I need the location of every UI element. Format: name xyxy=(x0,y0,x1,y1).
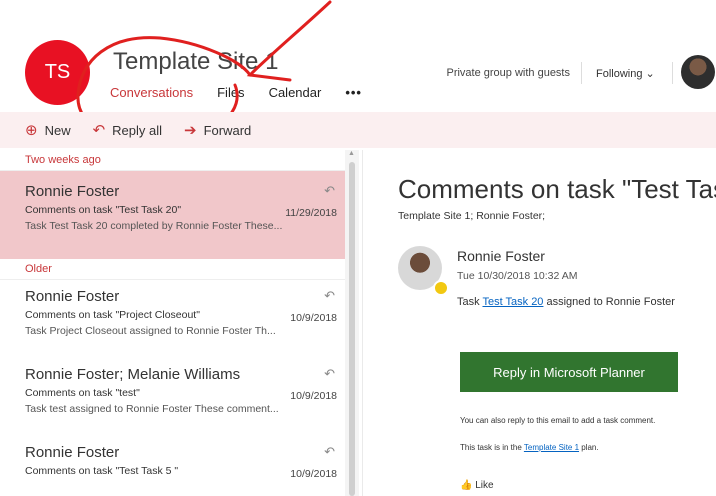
reply-all-button[interactable]: ↶ Reply all xyxy=(93,121,162,139)
like-label: Like xyxy=(475,480,494,491)
message-date: 10/9/2018 xyxy=(290,390,337,402)
task-line: Task Test Task 20 assigned to Ronnie Fos… xyxy=(457,296,675,308)
plus-circle-icon: ⊕ xyxy=(25,122,38,139)
message-sender: Ronnie Foster xyxy=(25,288,120,305)
reply-in-planner-button[interactable]: Reply in Microsoft Planner xyxy=(460,352,678,392)
message-date: 11/29/2018 xyxy=(285,207,337,219)
list-item[interactable]: Ronnie Foster ↶ Comments on task "Test T… xyxy=(0,171,345,259)
task-suffix: assigned to Ronnie Foster xyxy=(543,296,675,308)
nav-calendar[interactable]: Calendar xyxy=(269,85,322,100)
mail-recipients: Template Site 1; Ronnie Foster; xyxy=(398,210,546,222)
message-sender: Ronnie Foster xyxy=(25,444,120,461)
plan-note: This task is in the Template Site 1 plan… xyxy=(460,443,599,452)
group-header: Two weeks ago xyxy=(0,150,345,171)
reply-icon[interactable]: ↶ xyxy=(324,444,335,460)
site-avatar[interactable]: TS xyxy=(25,40,90,105)
task-prefix: Task xyxy=(457,296,483,308)
sent-date: Tue 10/30/2018 10:32 AM xyxy=(457,270,578,282)
new-button[interactable]: ⊕ New xyxy=(25,121,71,139)
new-label: New xyxy=(44,122,71,138)
reply-all-label: Reply all xyxy=(112,122,163,138)
presence-away-icon xyxy=(433,280,449,296)
following-button[interactable]: Following ⌄ xyxy=(596,67,655,80)
message-sender: Ronnie Foster xyxy=(25,183,120,200)
arrow-right-icon: ➔ xyxy=(184,122,197,139)
reply-icon[interactable]: ↶ xyxy=(324,183,335,199)
thumbs-up-icon: 👍 xyxy=(460,480,473,491)
reply-icon[interactable]: ↶ xyxy=(324,288,335,304)
mail-subject: Comments on task "Test Tas xyxy=(398,174,716,204)
reply-note: You can also reply to this email to add … xyxy=(460,416,656,425)
forward-label: Forward xyxy=(203,122,252,138)
plan-link[interactable]: Template Site 1 xyxy=(524,443,579,452)
header-divider xyxy=(672,62,673,84)
message-date: 10/9/2018 xyxy=(290,468,337,480)
message-preview: Task Test Task 20 completed by Ronnie Fo… xyxy=(25,220,283,232)
header-divider xyxy=(581,62,582,84)
list-item[interactable]: Ronnie Foster ↶ Comments on task "Projec… xyxy=(0,280,345,352)
group-privacy-label: Private group with guests xyxy=(446,67,570,79)
reply-icon: ↶ xyxy=(92,122,106,139)
sender-name[interactable]: Ronnie Foster xyxy=(457,248,545,264)
plan-note-prefix: This task is in the xyxy=(460,443,524,452)
group-header: Older xyxy=(0,259,345,280)
site-initials: TS xyxy=(44,61,71,83)
forward-button[interactable]: ➔ Forward xyxy=(184,121,251,139)
reading-pane: Comments on task "Test Tas Template Site… xyxy=(362,150,716,496)
task-link[interactable]: Test Task 20 xyxy=(482,296,543,308)
reply-icon[interactable]: ↶ xyxy=(324,366,335,382)
message-subject: Comments on task "Test Task 5 " xyxy=(25,465,179,477)
message-subject: Comments on task "test" xyxy=(25,387,140,399)
list-item[interactable]: Ronnie Foster ↶ Comments on task "Test T… xyxy=(0,436,345,496)
message-sender: Ronnie Foster; Melanie Williams xyxy=(25,366,241,383)
message-preview: Task test assigned to Ronnie Foster Thes… xyxy=(25,403,279,415)
site-nav: Conversations Files Calendar ••• xyxy=(110,85,362,100)
message-subject: Comments on task "Project Closeout" xyxy=(25,309,200,321)
list-item[interactable]: Ronnie Foster; Melanie Williams ↶ Commen… xyxy=(0,358,345,430)
scroll-up-icon[interactable]: ▲ xyxy=(348,150,355,157)
scrollbar-thumb[interactable] xyxy=(349,162,355,496)
more-options-icon[interactable]: ••• xyxy=(345,85,362,100)
nav-conversations[interactable]: Conversations xyxy=(110,85,193,100)
user-avatar[interactable] xyxy=(681,55,715,89)
plan-note-suffix: plan. xyxy=(579,443,599,452)
command-bar: ⊕ New ↶ Reply all ➔ Forward xyxy=(0,112,716,148)
conversation-list: Two weeks ago Ronnie Foster ↶ Comments o… xyxy=(0,150,345,496)
site-header: TS Template Site 1 Conversations Files C… xyxy=(0,0,716,110)
nav-files[interactable]: Files xyxy=(217,85,244,100)
message-date: 10/9/2018 xyxy=(290,312,337,324)
site-title[interactable]: Template Site 1 xyxy=(113,48,278,76)
like-button[interactable]: 👍 Like xyxy=(460,480,494,491)
message-preview: Task Project Closeout assigned to Ronnie… xyxy=(25,325,276,337)
